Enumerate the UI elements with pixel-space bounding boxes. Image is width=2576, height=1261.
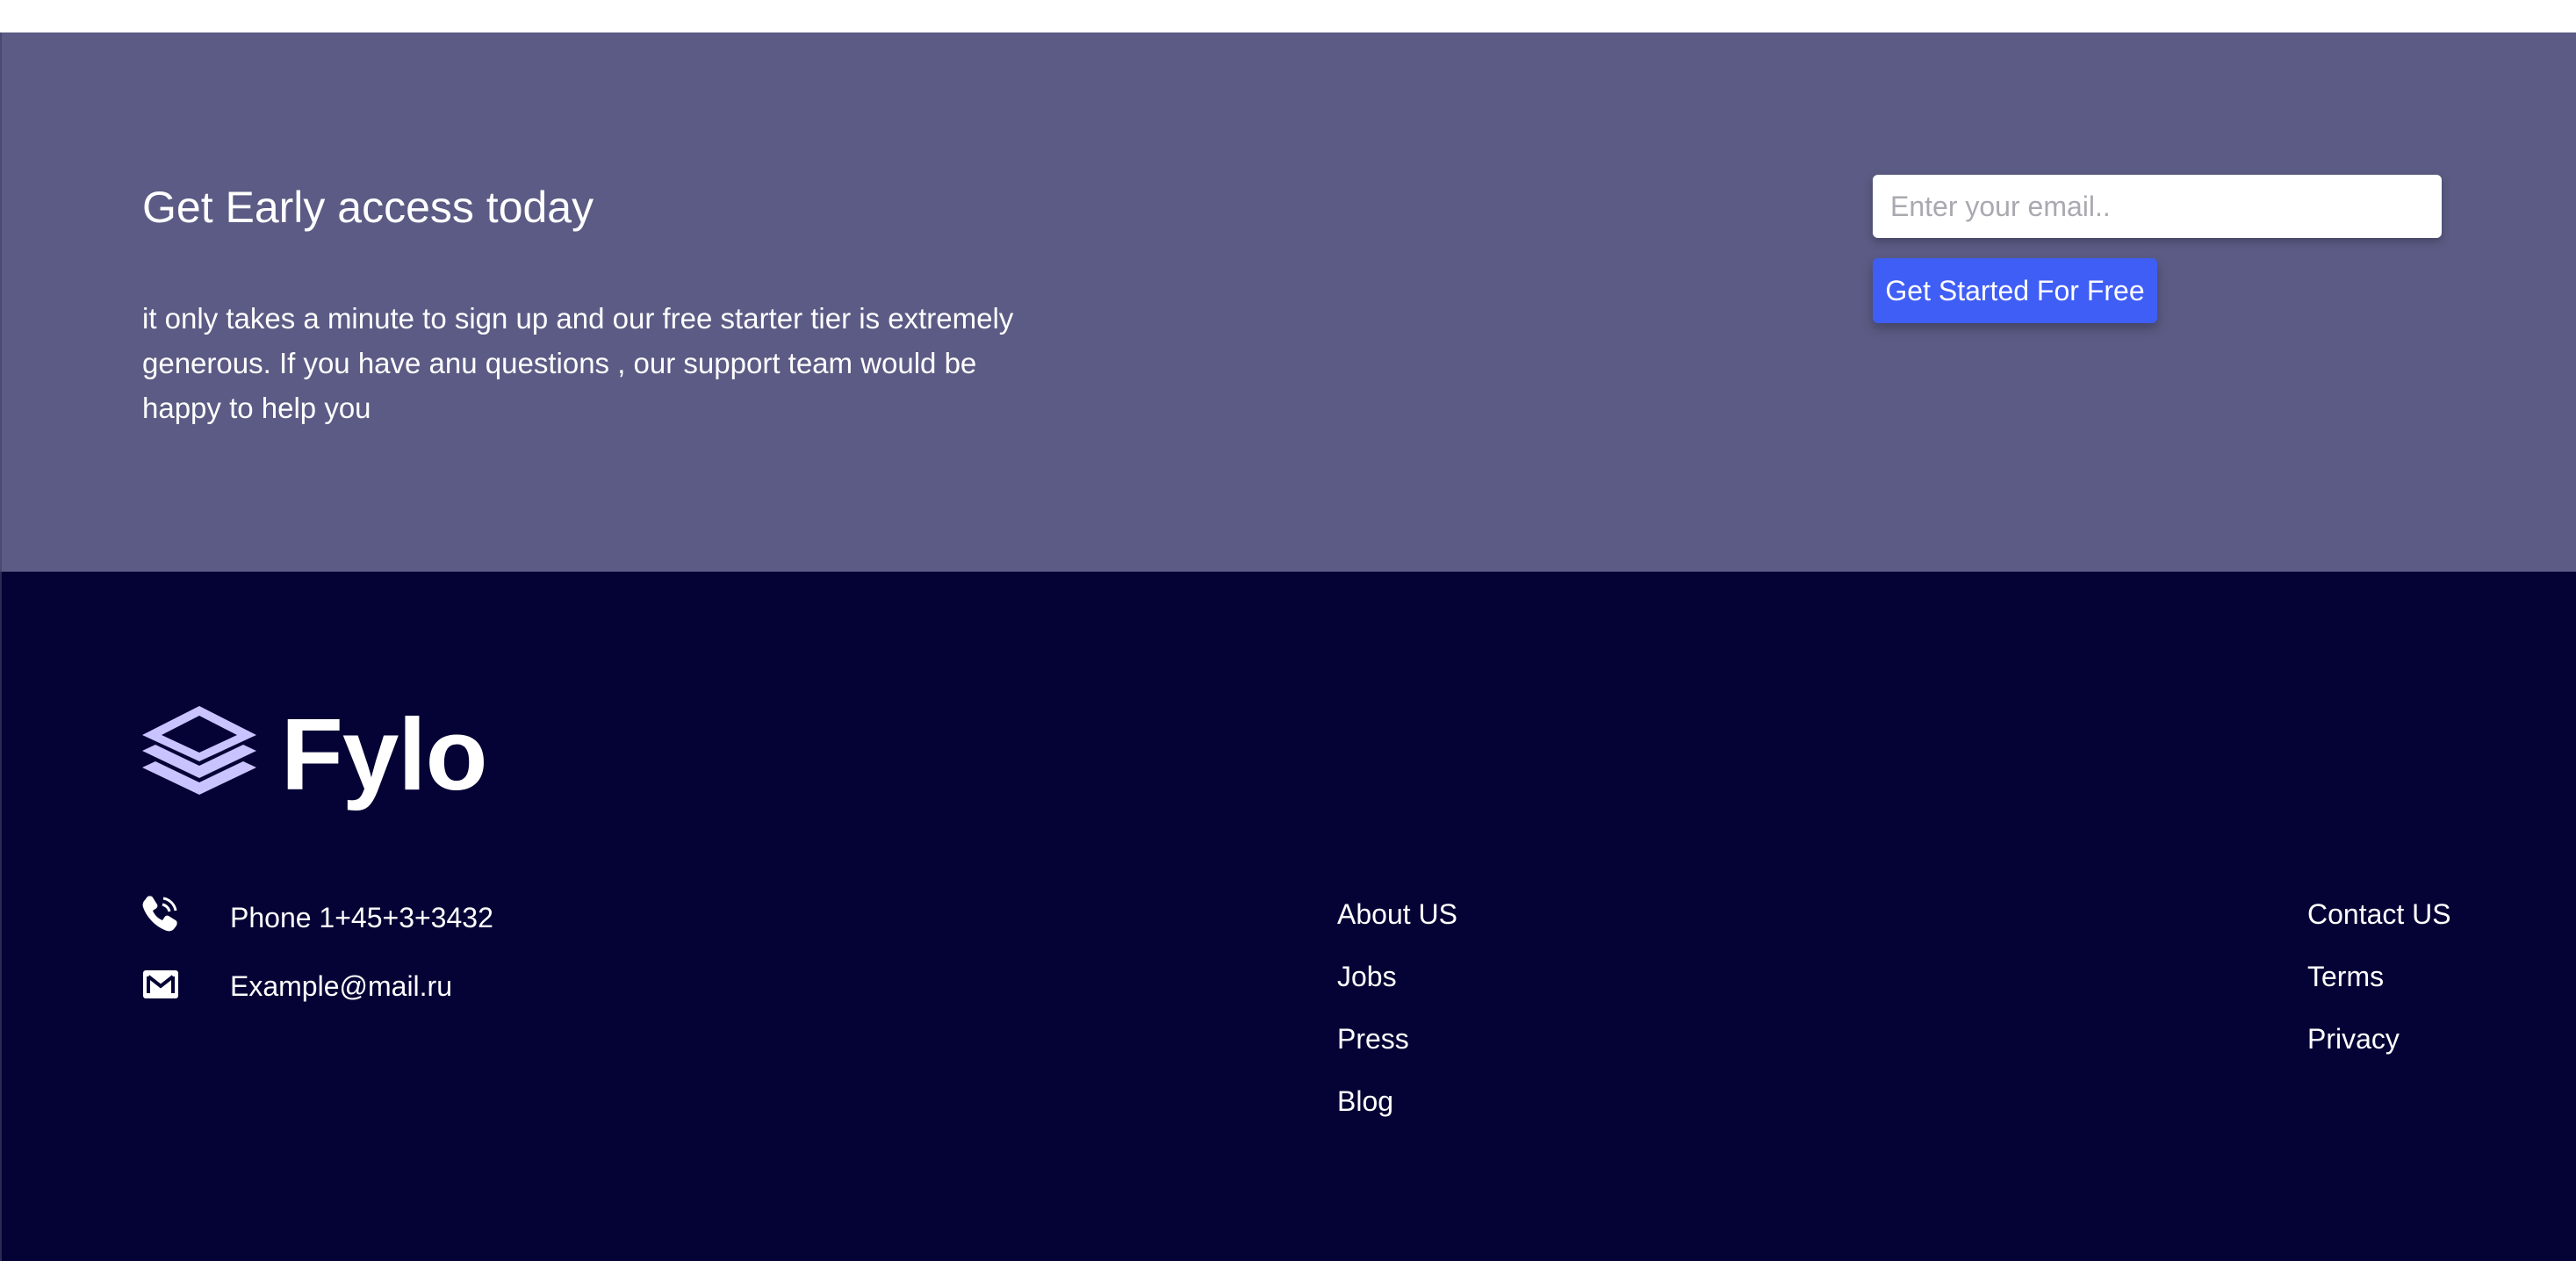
phone-icon xyxy=(142,896,177,932)
footer-link-press[interactable]: Press xyxy=(1337,1023,1457,1085)
footer-link-about[interactable]: About US xyxy=(1337,898,1457,961)
layers-icon xyxy=(142,706,256,795)
contact-email[interactable]: Example@mail.ru xyxy=(142,965,452,1002)
footer: Fylo Phone 1+45+3+3432 Example@mail.ru A… xyxy=(0,572,2576,1261)
email-text: Example@mail.ru xyxy=(230,970,452,1002)
footer-links-primary: About US Jobs Press Blog xyxy=(1337,898,1457,1148)
get-started-button[interactable]: Get Started For Free xyxy=(1873,258,2157,323)
mail-icon xyxy=(143,970,178,998)
footer-link-jobs[interactable]: Jobs xyxy=(1337,961,1457,1023)
footer-link-privacy[interactable]: Privacy xyxy=(2307,1023,2451,1085)
page: Get Early access today it only takes a m… xyxy=(0,0,2576,1261)
phone-text: Phone 1+45+3+3432 xyxy=(230,902,493,933)
contact-phone[interactable]: Phone 1+45+3+3432 xyxy=(142,895,493,933)
cta-description: it only takes a minute to sign up and ou… xyxy=(142,302,1014,424)
fylo-logo[interactable]: Fylo xyxy=(142,697,487,811)
logo-wordmark: Fylo xyxy=(281,697,487,811)
footer-link-contact[interactable]: Contact US xyxy=(2307,898,2451,961)
cta-title: Get Early access today xyxy=(142,183,594,232)
footer-link-blog[interactable]: Blog xyxy=(1337,1085,1457,1148)
early-access-section: Get Early access today it only takes a m… xyxy=(0,32,2576,572)
footer-link-terms[interactable]: Terms xyxy=(2307,961,2451,1023)
email-input[interactable] xyxy=(1873,175,2442,238)
footer-links-secondary: Contact US Terms Privacy xyxy=(2307,898,2451,1085)
